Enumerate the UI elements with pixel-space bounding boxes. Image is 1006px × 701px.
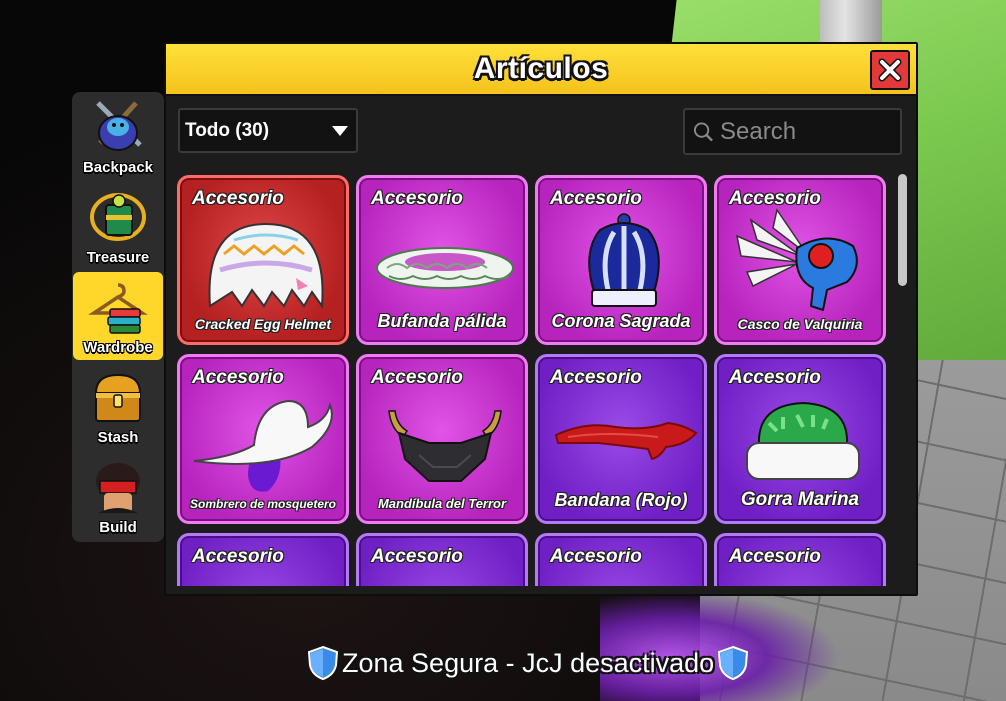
sidebar-item-treasure[interactable]: Treasure [72, 182, 164, 270]
accessory-icon [717, 564, 886, 586]
pale-scarf-icon [376, 247, 514, 289]
musketeer-hat-icon [193, 399, 333, 492]
marine-cap-icon [746, 401, 860, 480]
item-card[interactable]: Accesorio [356, 533, 528, 586]
item-name: Gorra Marina [740, 489, 860, 510]
item-name: Bandana (Rojo) [554, 490, 688, 510]
sidebar-item-stash[interactable]: Stash [72, 362, 164, 450]
accessory-icon [538, 564, 707, 586]
shield-icon [718, 645, 749, 681]
search-field[interactable] [683, 108, 902, 155]
treasure-chest-icon [94, 373, 142, 422]
sidebar-item-wardrobe[interactable]: Wardrobe [73, 272, 163, 360]
close-button[interactable] [870, 50, 910, 90]
items-grid[interactable]: Accesorio Cracked Egg Helmet Accesorio B… [174, 172, 894, 586]
item-name: Mandíbula del Terror [377, 496, 507, 511]
inventory-sidebar: Backpack Treasure Wardrobe Stash Build [72, 92, 164, 542]
sidebar-item-backpack[interactable]: Backpack [72, 92, 164, 180]
item-card-cracked-egg-helmet[interactable]: Accesorio Cracked Egg Helmet [177, 175, 349, 345]
sidebar-item-label: Wardrobe [83, 339, 153, 356]
terror-jaw-icon [388, 410, 502, 482]
item-name: Sombrero de mosquetero [189, 497, 337, 511]
cracked-egg-helmet-icon [208, 222, 324, 309]
backpack-icon [96, 101, 142, 151]
item-name: Casco de Valquiria [737, 316, 863, 332]
item-card-bandana-rojo[interactable]: Accesorio Bandana (Rojo) [535, 354, 707, 524]
chevron-down-icon [332, 125, 348, 136]
item-name: Bufanda pálida [377, 311, 507, 331]
search-input[interactable] [718, 116, 892, 147]
avatar-head-icon [96, 463, 140, 513]
scrollbar-thumb[interactable] [898, 174, 907, 286]
item-name: Corona Sagrada [551, 311, 691, 331]
sacred-crown-icon [588, 213, 660, 307]
red-bandana-icon [554, 421, 698, 461]
accessory-icon [180, 564, 349, 586]
filter-selected-value: Todo (30) [185, 119, 270, 141]
search-icon [693, 121, 713, 141]
sidebar-item-label: Treasure [86, 249, 150, 266]
panel-header: Artículos [166, 44, 916, 96]
wardrobe-hanger-icon [88, 283, 148, 334]
item-card-sombrero-de-mosquetero[interactable]: Accesorio Sombrero de mosquetero [177, 354, 349, 524]
close-icon [878, 58, 902, 82]
item-card-casco-de-valquiria[interactable]: Accesorio Casco de Valquiria [714, 175, 886, 345]
item-card[interactable]: Accesorio [535, 533, 707, 586]
sidebar-item-label: Backpack [82, 159, 154, 176]
sidebar-item-label: Build [99, 519, 137, 536]
treasure-icon [90, 193, 146, 241]
item-card-corona-sagrada[interactable]: Accesorio Corona Sagrada [535, 175, 707, 345]
item-card-mandibula-del-terror[interactable]: Accesorio Mandíbula del Terror [356, 354, 528, 524]
accessory-icon [359, 564, 528, 586]
category-filter-dropdown[interactable]: Todo (30) [178, 108, 358, 153]
valkyrie-helm-icon [735, 208, 858, 312]
item-card[interactable]: Accesorio [177, 533, 349, 586]
shield-icon [307, 645, 339, 681]
sidebar-item-label: Stash [97, 429, 139, 446]
items-scrollbar[interactable] [898, 174, 907, 584]
zone-status: Zona Segura - JcJ desactivado [306, 643, 750, 683]
sidebar-item-build[interactable]: Build [72, 452, 164, 540]
item-card-gorra-marina[interactable]: Accesorio Gorra Marina [714, 354, 886, 524]
item-card-bufanda-palida[interactable]: Accesorio Bufanda pálida [356, 175, 528, 345]
item-card[interactable]: Accesorio [714, 533, 886, 586]
item-name: Cracked Egg Helmet [194, 316, 332, 332]
items-panel: Artículos Todo (30) Accesorio [164, 42, 918, 596]
zone-status-text: Zona Segura - JcJ desactivado [342, 647, 715, 678]
panel-title: Artículos [473, 52, 609, 85]
